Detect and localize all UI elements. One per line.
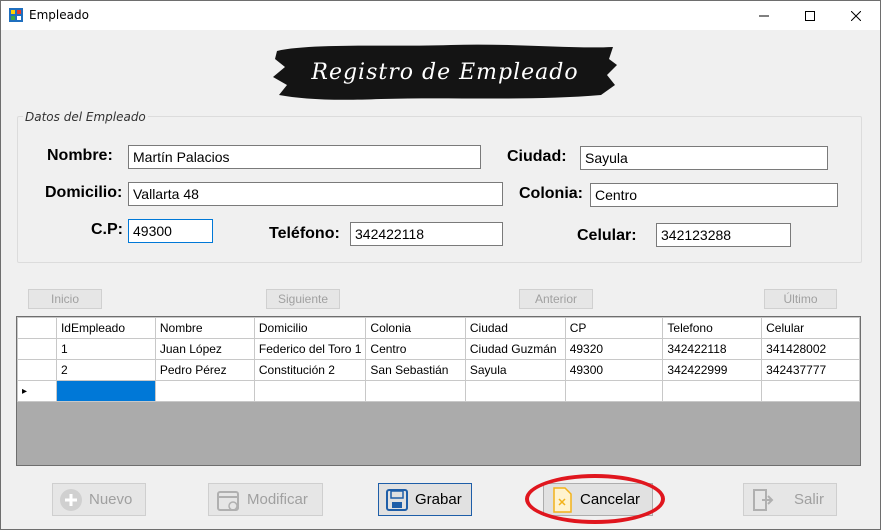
column-header[interactable]: Nombre	[154, 317, 255, 339]
table-cell[interactable]: 2	[55, 359, 156, 381]
cp-label: C.P:	[91, 221, 123, 238]
table-header-row: IdEmpleado Nombre Domicilio Colonia Ciud…	[17, 317, 860, 339]
nuevo-label: Nuevo	[89, 491, 133, 508]
anterior-button[interactable]: Anterior	[519, 289, 593, 309]
minimize-icon	[759, 15, 769, 16]
table-cell[interactable]: Federico del Toro 1	[253, 338, 367, 360]
nombre-label: Nombre:	[47, 147, 113, 164]
column-header[interactable]: Telefono	[662, 317, 763, 339]
save-icon	[386, 488, 408, 511]
nombre-field[interactable]: Martín Palacios	[128, 145, 481, 169]
nuevo-button[interactable]: Nuevo	[52, 483, 146, 516]
column-header[interactable]: Ciudad	[464, 317, 566, 339]
row-header[interactable]	[17, 359, 57, 381]
telefono-field[interactable]: 342422118	[350, 222, 503, 246]
salir-label: Salir	[794, 491, 825, 508]
app-icon	[9, 8, 23, 22]
employee-table: IdEmpleado Nombre Domicilio Colonia Ciud…	[17, 317, 860, 402]
table-cell[interactable]: Pedro Pérez	[154, 359, 255, 381]
minimize-button[interactable]	[741, 1, 787, 30]
domicilio-field[interactable]: Vallarta 48	[128, 182, 503, 206]
ciudad-label: Ciudad:	[507, 148, 567, 165]
exit-door-icon	[753, 488, 774, 511]
window-title: Empleado	[29, 8, 89, 22]
table-cell[interactable]: San Sebastián	[365, 359, 466, 381]
table-cell[interactable]: 1	[55, 338, 156, 360]
title-bar[interactable]: Empleado	[1, 1, 880, 30]
close-button[interactable]	[833, 1, 879, 30]
group-title: Datos del Empleado	[23, 110, 148, 124]
ultimo-button[interactable]: Último	[764, 289, 837, 309]
close-icon	[851, 10, 861, 21]
table-cell[interactable]	[154, 380, 255, 402]
celular-field[interactable]: 342123288	[656, 223, 791, 247]
banner-title: Registro de Empleado	[311, 59, 579, 85]
table-cell[interactable]: 49320	[564, 338, 664, 360]
new-row-marker-icon: ▸	[17, 380, 57, 402]
employee-grid[interactable]: IdEmpleado Nombre Domicilio Colonia Ciud…	[16, 316, 861, 466]
maximize-icon	[805, 10, 815, 21]
table-cell[interactable]	[761, 380, 860, 402]
table-cell[interactable]	[564, 380, 664, 402]
grabar-label: Grabar	[415, 491, 462, 508]
table-cell[interactable]	[365, 380, 466, 402]
row-header[interactable]	[17, 338, 57, 360]
colonia-field[interactable]: Centro	[590, 183, 838, 207]
column-header[interactable]: Celular	[761, 317, 860, 339]
grabar-button[interactable]: Grabar	[378, 483, 472, 516]
celular-label: Celular:	[577, 227, 637, 244]
maximize-button[interactable]	[787, 1, 833, 30]
column-header[interactable]: Colonia	[365, 317, 466, 339]
selected-cell[interactable]	[55, 380, 156, 402]
modificar-button[interactable]: Modificar	[208, 483, 323, 516]
employee-window: Empleado Registro de Empleado Datos del …	[0, 0, 881, 530]
domicilio-label: Domicilio:	[45, 184, 123, 201]
table-cell[interactable]: Centro	[365, 338, 466, 360]
table-cell[interactable]: 342422118	[662, 338, 763, 360]
row-header-corner	[17, 317, 57, 339]
new-row[interactable]: ▸	[17, 380, 860, 402]
table-cell[interactable]: 342422999	[662, 359, 763, 381]
highlight-annotation	[525, 474, 665, 524]
table-cell[interactable]: 49300	[564, 359, 664, 381]
table-cell[interactable]: Constitución 2	[253, 359, 367, 381]
table-cell[interactable]: Ciudad Guzmán	[464, 338, 566, 360]
column-header[interactable]: IdEmpleado	[55, 317, 156, 339]
table-cell[interactable]: Sayula	[464, 359, 566, 381]
title-banner: Registro de Empleado	[271, 41, 619, 103]
table-cell[interactable]: 342437777	[761, 359, 860, 381]
table-cell[interactable]	[253, 380, 367, 402]
ciudad-field[interactable]: Sayula	[580, 146, 828, 170]
table-row[interactable]: 2 Pedro Pérez Constitución 2 San Sebasti…	[17, 359, 860, 381]
edit-calendar-icon	[217, 490, 239, 511]
cp-field[interactable]: 49300	[128, 219, 213, 243]
table-cell[interactable]	[464, 380, 566, 402]
modificar-label: Modificar	[247, 491, 308, 508]
inicio-button[interactable]: Inicio	[28, 289, 102, 309]
add-icon	[60, 488, 82, 511]
salir-button[interactable]: Salir	[743, 483, 837, 516]
column-header[interactable]: CP	[564, 317, 664, 339]
colonia-label: Colonia:	[519, 185, 583, 202]
table-cell[interactable]	[662, 380, 763, 402]
table-row[interactable]: 1 Juan López Federico del Toro 1 Centro …	[17, 338, 860, 360]
table-cell[interactable]: Juan López	[154, 338, 255, 360]
table-cell[interactable]: 341428002	[761, 338, 860, 360]
telefono-label: Teléfono:	[269, 225, 340, 242]
column-header[interactable]: Domicilio	[253, 317, 367, 339]
siguiente-button[interactable]: Siguiente	[266, 289, 340, 309]
